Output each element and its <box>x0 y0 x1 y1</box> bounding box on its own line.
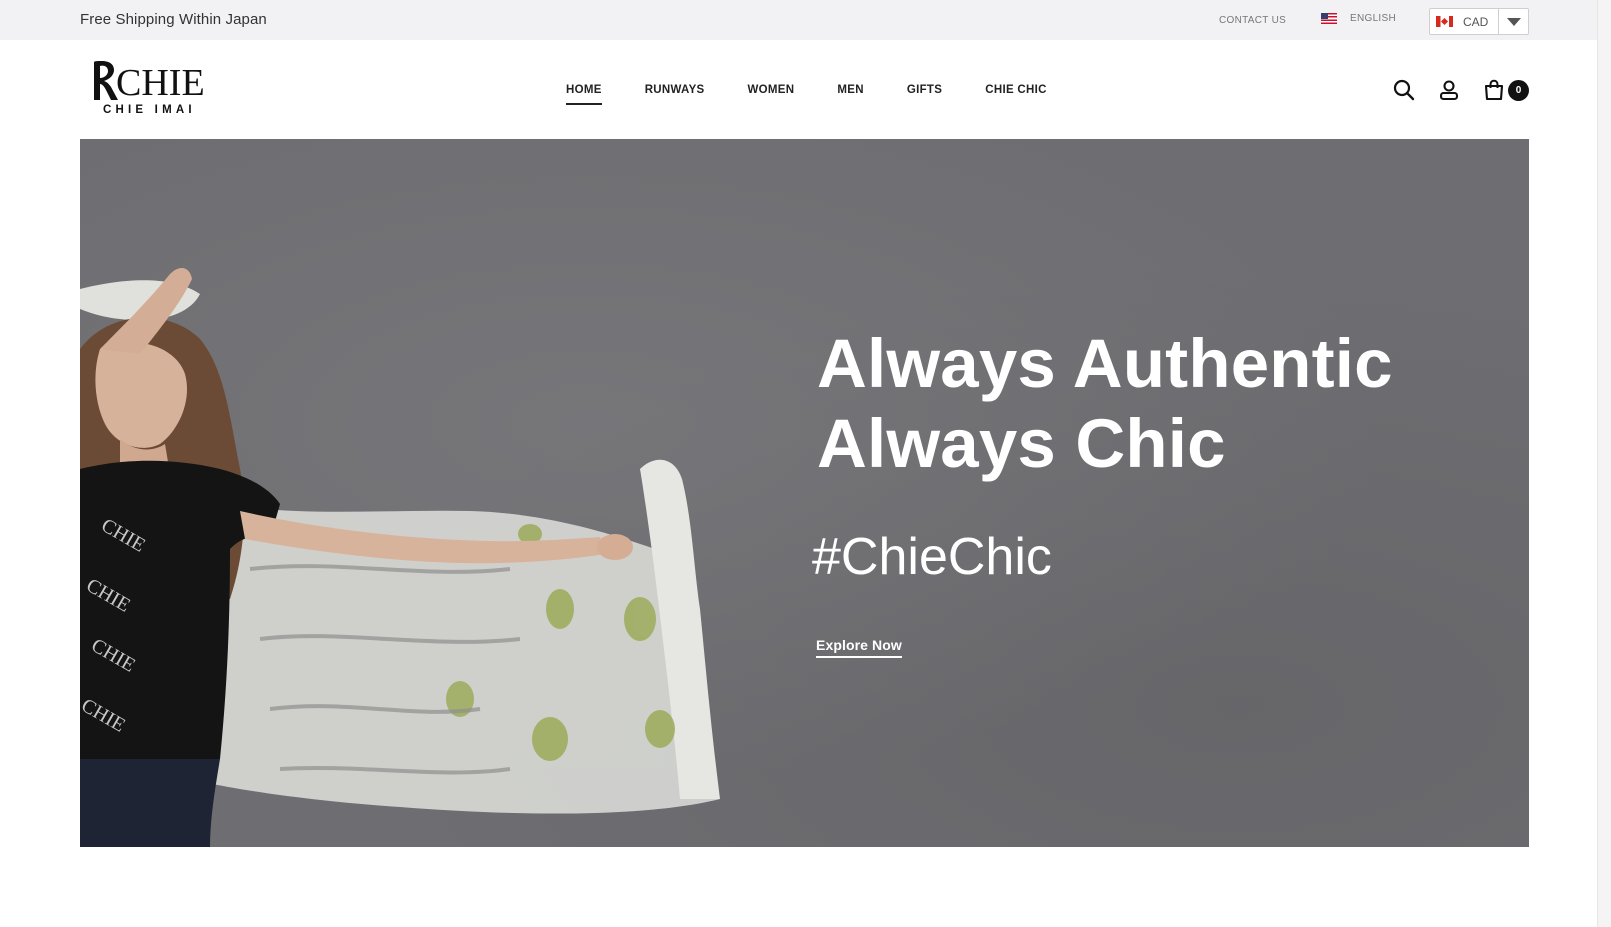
user-icon <box>1439 80 1459 101</box>
logo-wordmark: CHIE <box>116 62 205 104</box>
search-icon <box>1393 79 1415 101</box>
nav-item-runways[interactable]: RUNWAYS <box>645 84 705 105</box>
nav-item-home[interactable]: HOME <box>566 84 602 105</box>
nav-item-gifts[interactable]: GIFTS <box>907 84 942 105</box>
search-button[interactable] <box>1392 78 1418 104</box>
contact-us-link[interactable]: CONTACT US <box>1219 15 1286 26</box>
hero-headline-line-2: Always Chic <box>817 405 1226 482</box>
explore-now-link[interactable]: Explore Now <box>816 637 902 658</box>
cart-button[interactable] <box>1482 78 1508 104</box>
language-label: ENGLISH <box>1350 13 1397 24</box>
nav-item-women[interactable]: WOMEN <box>748 84 795 105</box>
site-logo[interactable]: CHIE CHIE IMAI <box>90 60 220 120</box>
main-nav: HOME RUNWAYS WOMEN MEN GIFTS CHIE CHIC <box>566 84 1047 105</box>
currency-dropdown-toggle[interactable] <box>1498 9 1528 34</box>
hero-headline: Always Authentic Always Chic <box>817 324 1393 484</box>
nav-item-men[interactable]: MEN <box>837 84 863 105</box>
currency-current: CAD <box>1430 9 1498 34</box>
hero-model-image: CHIE CHIE CHIE CHIE <box>80 267 720 847</box>
top-bar: Free Shipping Within Japan CONTACT US EN… <box>0 0 1611 40</box>
account-button[interactable] <box>1437 78 1463 104</box>
cart-icon <box>1484 79 1504 101</box>
language-selector[interactable]: ENGLISH <box>1321 13 1396 24</box>
chevron-down-icon <box>1506 17 1521 26</box>
hero-headline-line-1: Always Authentic <box>817 325 1393 402</box>
cart-count-badge: 0 <box>1508 80 1529 101</box>
hero-hashtag: #ChieChic <box>812 528 1052 586</box>
page-scrollbar[interactable] <box>1597 0 1611 927</box>
currency-label: CAD <box>1463 14 1489 29</box>
us-flag-icon <box>1321 13 1337 24</box>
shipping-notice: Free Shipping Within Japan <box>80 11 267 28</box>
logo-subtitle: CHIE IMAI <box>103 104 196 116</box>
hero-banner: CHIE CHIE CHIE CHIE Always Authentic Alw… <box>80 139 1529 847</box>
nav-item-chie-chic[interactable]: CHIE CHIC <box>985 84 1046 105</box>
canada-flag-icon <box>1436 16 1453 27</box>
currency-selector[interactable]: CAD <box>1429 8 1529 35</box>
logo-mark-icon <box>94 61 118 100</box>
